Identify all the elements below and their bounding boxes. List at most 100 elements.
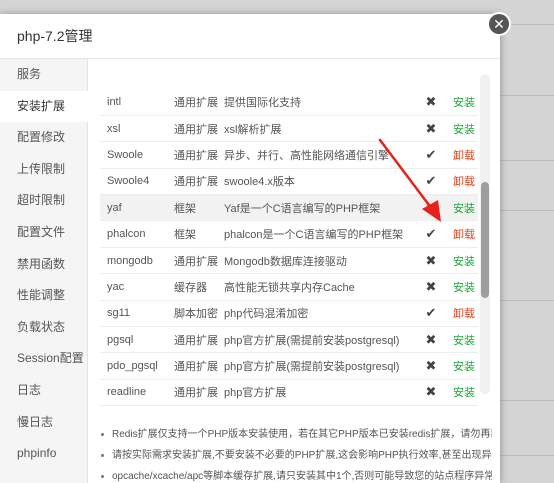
sidebar-item-service[interactable]: 服务 [0, 59, 87, 91]
background-divider [494, 400, 554, 401]
uninstall-button[interactable]: 卸载 [445, 168, 478, 196]
install-button[interactable]: 安装 [445, 326, 478, 354]
cross-icon: ✖ [417, 89, 445, 116]
extension-type: 缓存器 [172, 273, 222, 301]
scrollbar-track[interactable] [480, 74, 490, 394]
table-row: intl 通用扩展 提供国际化支持 ✖ 安装 [100, 89, 478, 116]
background-divider [494, 95, 554, 96]
check-icon: ✔ [417, 141, 445, 169]
install-button[interactable]: 安装 [445, 273, 478, 301]
note-item: Redis扩展仅支持一个PHP版本安装使用，若在其它PHP版本已安装redis扩… [100, 424, 492, 445]
note-item: opcache/xcache/apc等脚本缓存扩展,请只安装其中1个,否则可能导… [100, 466, 492, 483]
cross-icon: ✖ [417, 379, 445, 407]
extension-description: phalcon是一个C语言编写的PHP框架 [222, 220, 417, 248]
extension-type: 框架 [172, 220, 222, 248]
sidebar-item-config-file[interactable]: 配置文件 [0, 217, 87, 249]
check-icon: ✔ [417, 168, 445, 196]
uninstall-button[interactable]: 卸载 [445, 300, 478, 328]
extension-name: sg11 [100, 300, 172, 328]
extension-description: Yaf是一个C语言编写的PHP框架 [222, 194, 417, 222]
background-divider [494, 300, 554, 301]
extension-description: php官方扩展(需提前安装postgresql) [222, 352, 417, 380]
table-row: mongodb 通用扩展 Mongodb数据库连接驱动 ✖ 安装 [100, 247, 478, 275]
extension-name: intl [100, 89, 172, 116]
extension-description: swoole4.x版本 [222, 168, 417, 196]
extension-name: Swoole4 [100, 168, 172, 196]
extension-type: 通用扩展 [172, 115, 222, 143]
extension-name: pdo_pgsql [100, 352, 172, 380]
install-button[interactable]: 安装 [445, 115, 478, 143]
extension-description: 高性能无锁共享内存Cache [222, 273, 417, 301]
cross-icon: ✖ [417, 247, 445, 275]
sidebar-item-disabled-functions[interactable]: 禁用函数 [0, 249, 87, 281]
close-icon: ✕ [489, 14, 509, 34]
install-button[interactable]: 安装 [445, 247, 478, 275]
extension-description: Mongodb数据库连接驱动 [222, 247, 417, 275]
sidebar-item-session[interactable]: Session配置 [0, 343, 87, 375]
sidebar-item-log[interactable]: 日志 [0, 375, 87, 407]
scrollbar-thumb[interactable] [481, 182, 489, 298]
extension-table: intl 通用扩展 提供国际化支持 ✖ 安装 xsl 通用扩展 xsl解析扩展 … [100, 89, 478, 407]
extension-list: intl 通用扩展 提供国际化支持 ✖ 安装 xsl 通用扩展 xsl解析扩展 … [100, 89, 478, 453]
extension-description: php官方扩展 [222, 379, 417, 407]
sidebar-item-performance[interactable]: 性能调整 [0, 280, 87, 312]
uninstall-button[interactable]: 卸载 [445, 141, 478, 169]
php-manage-dialog: php-7.2管理 服务 安装扩展 配置修改 上传限制 超时限制 配置文件 禁用… [0, 14, 500, 483]
extension-type: 通用扩展 [172, 352, 222, 380]
extension-description: 异步、并行、高性能网络通信引擎 [222, 141, 417, 169]
table-row: pgsql 通用扩展 php官方扩展(需提前安装postgresql) ✖ 安装 [100, 326, 478, 354]
install-button[interactable]: 安装 [445, 194, 478, 222]
close-button[interactable]: ✕ [487, 12, 511, 36]
extension-name: yaf [100, 194, 172, 222]
table-row: Swoole 通用扩展 异步、并行、高性能网络通信引擎 ✔ 卸载 [100, 141, 478, 169]
table-row: xsl 通用扩展 xsl解析扩展 ✖ 安装 [100, 115, 478, 143]
sidebar-item-timeout-limit[interactable]: 超时限制 [0, 185, 87, 217]
install-button[interactable]: 安装 [445, 352, 478, 380]
table-row: readline 通用扩展 php官方扩展 ✖ 安装 [100, 379, 478, 407]
table-row: phalcon 框架 phalcon是一个C语言编写的PHP框架 ✔ 卸载 [100, 220, 478, 248]
background-divider [494, 210, 554, 211]
uninstall-button[interactable]: 卸载 [445, 220, 478, 248]
cross-icon: ✖ [417, 352, 445, 380]
sidebar-item-upload-limit[interactable]: 上传限制 [0, 154, 87, 186]
cross-icon: ✖ [417, 115, 445, 143]
sidebar-item-load-status[interactable]: 负载状态 [0, 312, 87, 344]
extension-type: 通用扩展 [172, 141, 222, 169]
sidebar-item-phpinfo[interactable]: phpinfo [0, 438, 87, 470]
cross-icon: ✖ [417, 194, 445, 222]
extension-description: php官方扩展(需提前安装postgresql) [222, 326, 417, 354]
extension-name: pgsql [100, 326, 172, 354]
install-button[interactable]: 安装 [445, 89, 478, 116]
cross-icon: ✖ [417, 326, 445, 354]
extension-type: 通用扩展 [172, 379, 222, 407]
extension-type: 通用扩展 [172, 326, 222, 354]
table-row: pdo_pgsql 通用扩展 php官方扩展(需提前安装postgresql) … [100, 352, 478, 380]
extension-type: 脚本加密 [172, 300, 222, 328]
extension-name: yac [100, 273, 172, 301]
sidebar-menu: 服务 安装扩展 配置修改 上传限制 超时限制 配置文件 禁用函数 性能调整 负载… [0, 59, 88, 483]
extension-description: php代码混淆加密 [222, 300, 417, 328]
extension-name: phalcon [100, 220, 172, 248]
sidebar-item-config-edit[interactable]: 配置修改 [0, 122, 87, 154]
sidebar-item-slow-log[interactable]: 慢日志 [0, 407, 87, 439]
table-row: yac 缓存器 高性能无锁共享内存Cache ✖ 安装 [100, 273, 478, 301]
extension-type: 框架 [172, 194, 222, 222]
extension-panel: intl 通用扩展 提供国际化支持 ✖ 安装 xsl 通用扩展 xsl解析扩展 … [100, 59, 488, 483]
background-divider [494, 455, 554, 456]
background-divider [494, 160, 554, 161]
table-row: Swoole4 通用扩展 swoole4.x版本 ✔ 卸载 [100, 168, 478, 196]
table-row: sg11 脚本加密 php代码混淆加密 ✔ 卸载 [100, 300, 478, 328]
install-button[interactable]: 安装 [445, 379, 478, 407]
extension-description: xsl解析扩展 [222, 115, 417, 143]
notes-list: Redis扩展仅支持一个PHP版本安装使用，若在其它PHP版本已安装redis扩… [100, 424, 492, 483]
check-icon: ✔ [417, 220, 445, 248]
extension-name: xsl [100, 115, 172, 143]
dialog-title: php-7.2管理 [0, 14, 500, 59]
table-row: yaf 框架 Yaf是一个C语言编写的PHP框架 ✖ 安装 [100, 194, 478, 222]
cross-icon: ✖ [417, 273, 445, 301]
extension-type: 通用扩展 [172, 247, 222, 275]
extension-description: 提供国际化支持 [222, 89, 417, 116]
note-item: 请按实际需求安装扩展,不要安装不必要的PHP扩展,这会影响PHP执行效率,甚至出… [100, 445, 492, 466]
extension-name: readline [100, 379, 172, 407]
sidebar-item-install-extensions[interactable]: 安装扩展 [0, 90, 88, 123]
